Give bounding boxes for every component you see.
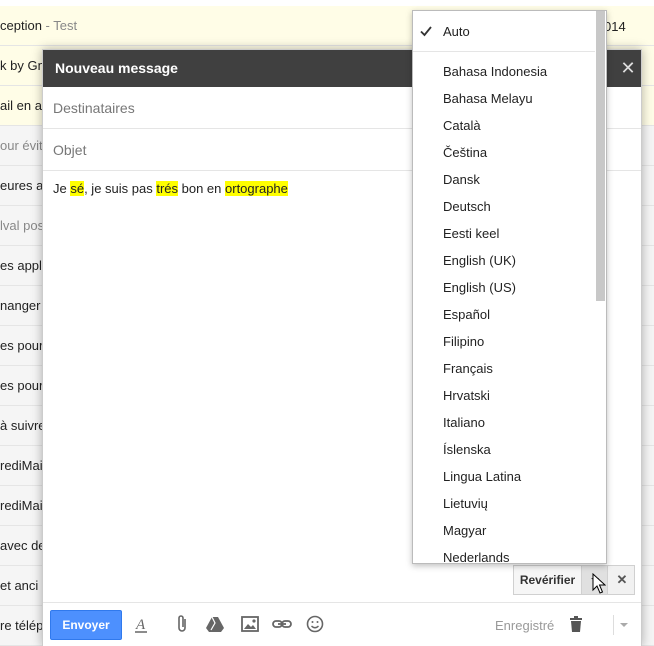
inbox-row-snippet: - Test: [41, 18, 78, 33]
inbox-row-subject: rediMai: [0, 498, 43, 513]
language-option[interactable]: Deutsch: [413, 193, 595, 220]
saved-status: Enregistré: [495, 618, 555, 633]
recheck-button[interactable]: Revérifier: [514, 566, 582, 594]
inbox-row-text: à suivre: [0, 418, 46, 433]
inbox-row-subject: rediMai: [0, 458, 43, 473]
misspelled-word[interactable]: trés: [156, 181, 179, 196]
language-list: Bahasa Indonesia Bahasa Melayu Català Češti…: [413, 58, 595, 563]
language-option[interactable]: Filipino: [413, 328, 595, 355]
inbox-row-subject: es pour: [0, 338, 44, 353]
inbox-row-text: rediMai: [0, 458, 43, 473]
inbox-row-text: es pour: [0, 378, 43, 393]
language-option[interactable]: Nederlands: [413, 544, 595, 563]
text-format-icon[interactable]: A: [130, 613, 152, 635]
language-option[interactable]: Dansk: [413, 166, 595, 193]
inbox-row-subject: es pour: [0, 378, 44, 393]
misspelled-word[interactable]: ortographe: [225, 181, 288, 196]
inbox-row-text: re télépl: [0, 618, 46, 633]
inbox-row-text: ception - Test: [0, 18, 77, 33]
compose-toolbar: Envoyer A Enregistré: [43, 602, 641, 646]
language-option[interactable]: Čeština: [413, 139, 595, 166]
language-option[interactable]: Bahasa Indonesia: [413, 58, 595, 85]
inbox-row-text: avec de: [0, 538, 46, 553]
inbox-row-subject: re télépl: [0, 618, 47, 633]
emoji-icon[interactable]: [304, 613, 326, 635]
menu-scrollbar[interactable]: [595, 11, 606, 563]
language-option[interactable]: Bahasa Melayu: [413, 85, 595, 112]
inbox-row-subject: nanger t: [0, 298, 48, 313]
mouse-cursor-icon: [592, 573, 606, 594]
language-option[interactable]: Eesti keel: [413, 220, 595, 247]
language-option[interactable]: Italiano: [413, 409, 595, 436]
compose-title: Nouveau message: [55, 60, 178, 76]
body-text: bon en: [178, 181, 226, 196]
inbox-row-subject: à suivre: [0, 418, 46, 433]
check-icon: [420, 25, 432, 37]
close-icon[interactable]: ✕: [609, 566, 635, 594]
language-option[interactable]: Íslenska: [413, 436, 595, 463]
chevron-down-icon: [620, 623, 628, 627]
inbox-row-snippet: lval pos: [0, 218, 45, 233]
body-text: , je suis pas: [84, 181, 157, 196]
body-text: Je: [53, 181, 71, 196]
inbox-row-subject: ception: [0, 18, 42, 33]
inbox-date: 014: [604, 19, 626, 34]
send-button[interactable]: Envoyer: [50, 610, 122, 640]
language-option[interactable]: Français: [413, 355, 595, 382]
spellcheck-bar: Revérifier ✕: [513, 565, 635, 595]
drive-icon[interactable]: [204, 613, 226, 635]
inbox-row-subject: et anci: [0, 578, 39, 593]
svg-text:A: A: [135, 617, 146, 633]
misspelled-word[interactable]: sé: [70, 181, 85, 196]
scrollbar-thumb[interactable]: [596, 11, 605, 301]
inbox-row-text: et anci: [0, 578, 38, 593]
inbox-row-text: nanger t: [0, 298, 48, 313]
close-icon[interactable]: ✕: [616, 56, 640, 80]
link-icon[interactable]: [271, 613, 293, 635]
trash-icon[interactable]: [565, 613, 587, 635]
language-option[interactable]: Lietuvių: [413, 490, 595, 517]
photo-icon[interactable]: [239, 613, 261, 635]
inbox-row-text: ail en a: [0, 98, 42, 113]
language-option[interactable]: Català: [413, 112, 595, 139]
language-option[interactable]: Magyar: [413, 517, 595, 544]
language-label: Auto: [443, 24, 470, 39]
inbox-row-subject: eures a: [0, 178, 44, 193]
language-option[interactable]: Hrvatski: [413, 382, 595, 409]
inbox-row-text: es pour: [0, 338, 43, 353]
menu-divider: [413, 51, 595, 52]
language-option[interactable]: English (US): [413, 274, 595, 301]
inbox-row-subject: avec de: [0, 538, 46, 553]
inbox-row-subject: ail en a: [0, 98, 42, 113]
paperclip-icon[interactable]: [172, 613, 194, 635]
language-option[interactable]: Español: [413, 301, 595, 328]
language-menu: Auto Bahasa Indonesia Bahasa Melayu Català…: [412, 10, 607, 564]
inbox-row-text: eures a: [0, 178, 43, 193]
language-option[interactable]: Lingua Latina: [413, 463, 595, 490]
inbox-row-text: lval pos: [0, 218, 44, 233]
language-option-auto[interactable]: Auto: [413, 19, 603, 46]
language-option[interactable]: English (UK): [413, 247, 595, 274]
more-options-button[interactable]: [613, 615, 629, 635]
inbox-row-text: rediMai: [0, 498, 43, 513]
